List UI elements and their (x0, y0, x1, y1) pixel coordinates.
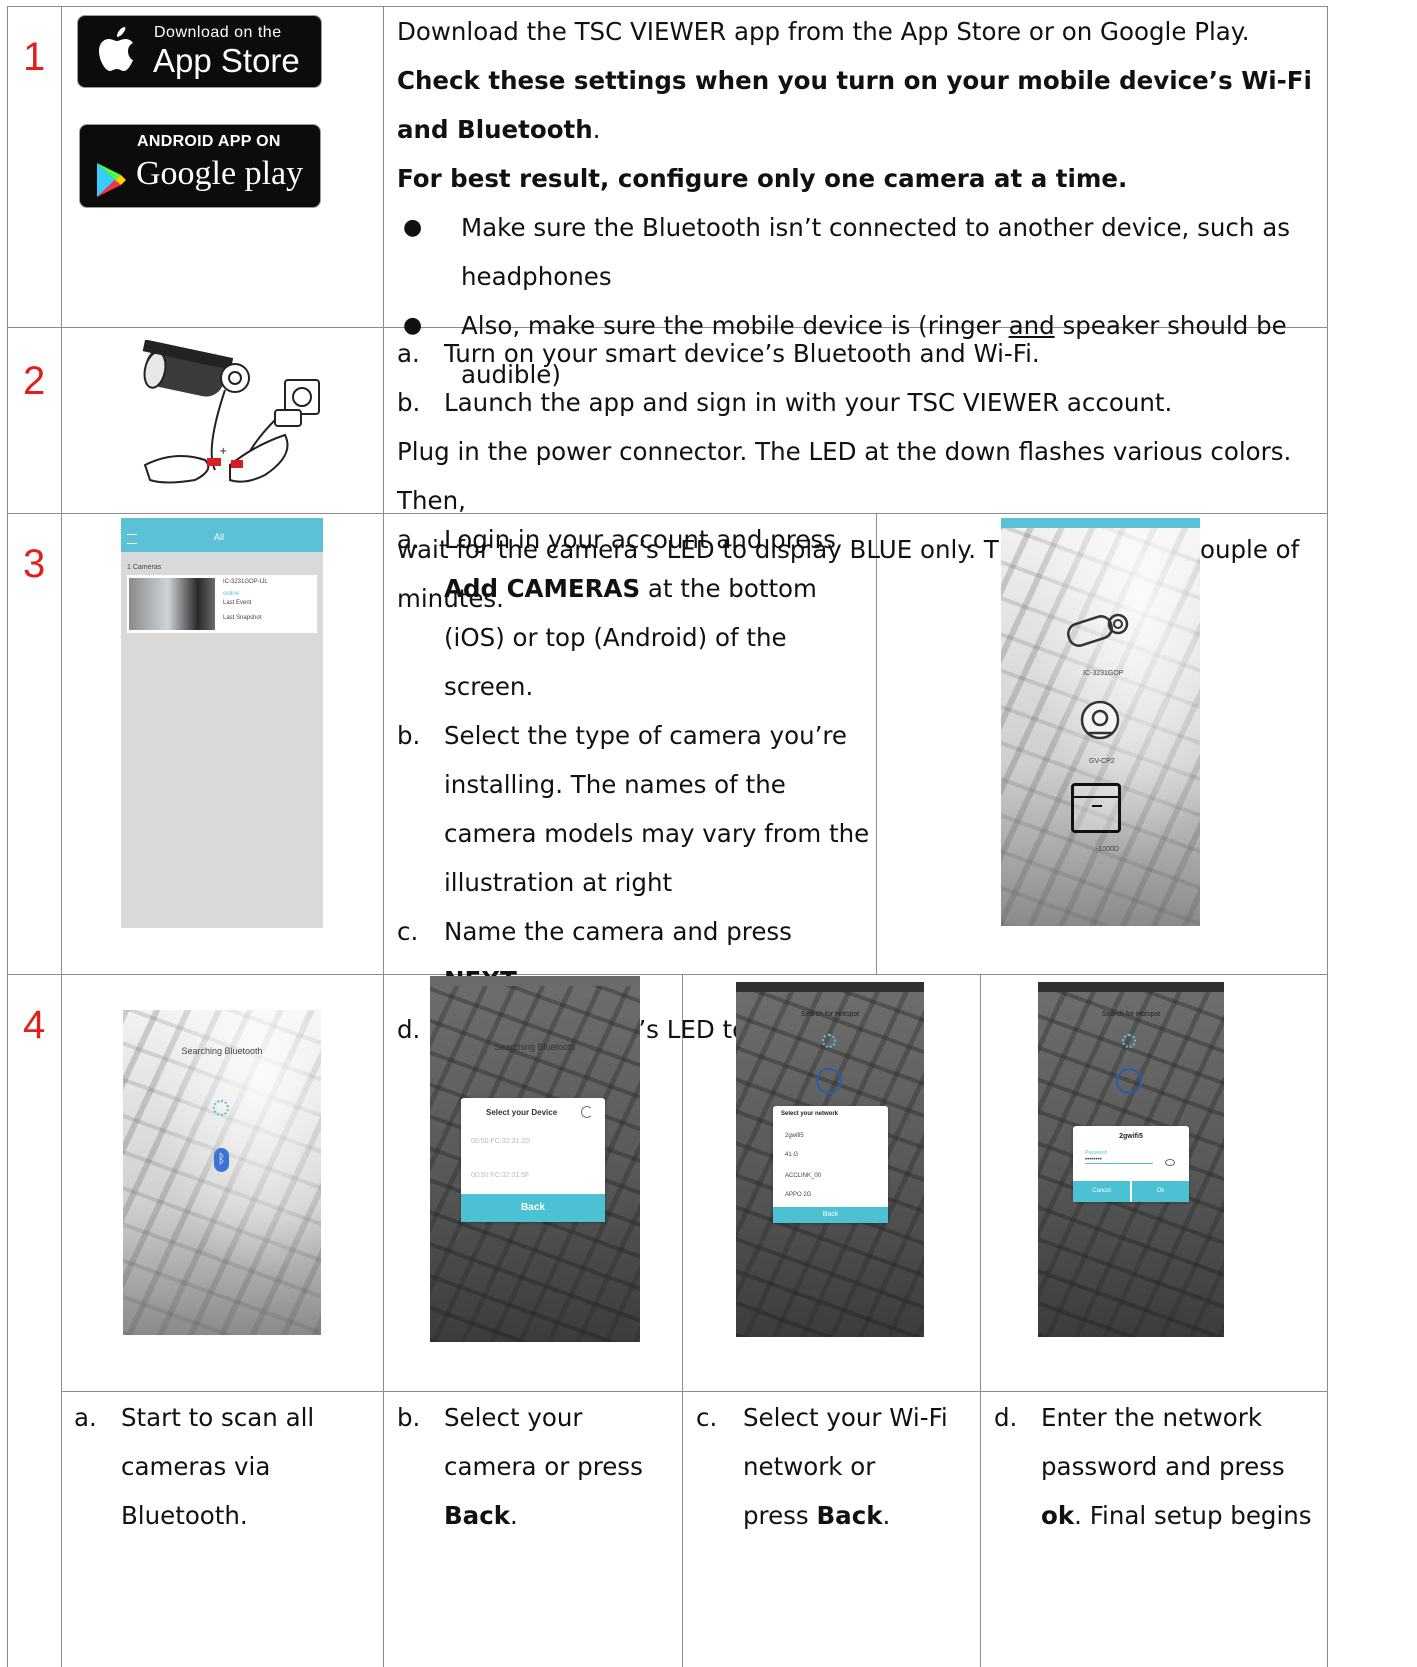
status-bar (1001, 518, 1200, 528)
globe-icon (1116, 1068, 1142, 1094)
loading-spinner-icon (822, 1034, 836, 1048)
step4-caption-b: b. Select your camera or press Back. (397, 1403, 643, 1530)
phone-screenshot-searching-bluetooth: Searching Bluetooth ᛒ (123, 1010, 321, 1335)
app-store-badge-large-text: App Store (153, 42, 300, 79)
camera-name: IC-3231GOP-IJL (223, 579, 268, 585)
row4-divider-b (980, 974, 981, 1667)
network-item[interactable]: APPO 2G (785, 1192, 811, 1198)
phone-screenshot-model-select: IC-3231GOP GV-CP2 -1000D (1001, 518, 1200, 926)
refresh-icon[interactable] (581, 1106, 593, 1118)
step2-item-a: a. Turn on your smart device’s Bluetooth… (397, 339, 1040, 368)
show-password-eye-icon[interactable] (1165, 1159, 1175, 1166)
step3-item-a: a. Login in your account and press Add C… (397, 525, 836, 701)
phone-screenshot-enter-password: Search for Hotspot 2gwifi5 Password ••••… (1038, 982, 1224, 1337)
searching-title: Searching Bluetooth (181, 1046, 263, 1056)
status-bar (430, 976, 640, 986)
phone-screenshot-select-device: Searching Bluetooth Select your Device 0… (430, 976, 640, 1342)
apple-logo-icon (99, 27, 133, 71)
step1-settings-heading: Check these settings when you turn on yo… (397, 66, 1312, 144)
app-store-badge-small-text: Download on the (154, 24, 282, 41)
network-item[interactable]: 2gwifi5 (785, 1133, 804, 1139)
search-hotspot-title: Search for Hotspot (800, 1011, 860, 1018)
password-dialog: 2gwifi5 Password •••••••• Cancel Ok (1073, 1126, 1189, 1202)
select-device-dialog: Select your Device 00:50:FC:32:31:2D 00:… (461, 1098, 605, 1222)
back-button[interactable]: Back (773, 1207, 888, 1223)
filter-all-label[interactable]: All (214, 532, 224, 542)
phone-screenshot-camera-list: All 1 Cameras IC-3231GOP-IJL online Last… (121, 518, 323, 928)
step1-best-result: For best result, configure only one came… (397, 164, 1128, 193)
camera-last-snapshot: Last Snapshot (223, 615, 262, 621)
google-play-icon (97, 163, 126, 197)
search-hotspot-title: Search for Hotspot (1101, 1011, 1161, 1018)
step4-caption-d: d. Enter the network password and press … (994, 1403, 1312, 1530)
password-input[interactable]: •••••••• (1085, 1157, 1153, 1164)
bluetooth-icon: ᛒ (214, 1148, 229, 1172)
step-number-2: 2 (23, 359, 46, 403)
step1-download-text: Download the TSC VIEWER app from the App… (397, 17, 1250, 46)
loading-spinner-icon (213, 1100, 229, 1116)
dialog-title: Select your Device (486, 1108, 558, 1117)
device-item[interactable]: 00:50:FC:32:31:2D (471, 1138, 530, 1145)
status-bar (736, 982, 924, 992)
table-border-right (1327, 6, 1328, 1667)
step2-item-b: b. Launch the app and sign in with your … (397, 388, 1173, 417)
phone-screenshot-select-network: Search for Hotspot Select your network 2… (736, 982, 924, 1337)
camera-last-event: Last Event (223, 600, 252, 606)
bullet-icon: ● (403, 215, 423, 240)
cancel-button[interactable]: Cancel (1073, 1181, 1130, 1202)
column-divider-image (383, 6, 384, 1667)
select-network-dialog: Select your network 2gwifi5 41 G ACCLINK… (773, 1106, 888, 1223)
menu-icon[interactable] (127, 534, 137, 544)
back-button[interactable]: Back (461, 1194, 605, 1222)
svg-text:+: + (219, 446, 227, 457)
cameras-count-label: 1 Cameras (127, 564, 162, 571)
searching-title: Searching Bluetooth (494, 1042, 576, 1052)
model-2-label: GV-CP2 (1089, 758, 1115, 765)
camera-thumbnail (129, 578, 215, 630)
step4-caption-a: a. Start to scan all cameras via Bluetoo… (74, 1403, 315, 1530)
app-store-badge[interactable]: Download on the App Store (77, 15, 322, 88)
ok-button[interactable]: Ok (1132, 1181, 1189, 1202)
network-item[interactable]: ACCLINK_00 (785, 1173, 821, 1179)
step-number-1: 1 (23, 35, 46, 79)
step4-caption-c: c. Select your Wi-Fi network or press Ba… (696, 1403, 948, 1530)
device-item[interactable]: 00:50:FC:32:31:5F (471, 1172, 529, 1179)
password-label: Password (1085, 1150, 1107, 1156)
bullet-camera-icon[interactable] (1063, 606, 1133, 656)
dialog-title: Select your network (781, 1111, 839, 1117)
globe-icon (816, 1068, 842, 1094)
column-divider-number (61, 6, 62, 1667)
instruction-table: 1 2 3 4 Download on the App Store ANDROI… (0, 0, 1417, 1667)
camera-power-illustration: + (142, 340, 320, 484)
step-number-4: 4 (23, 1003, 46, 1047)
google-play-badge[interactable]: ANDROID APP ON Google play (79, 124, 321, 208)
camera-card[interactable]: IC-3231GOP-IJL online Last Event Last Sn… (127, 575, 317, 633)
table-border-left (7, 6, 8, 1667)
dome-camera-icon[interactable] (1075, 693, 1125, 743)
model-1-label: IC-3231GOP (1083, 670, 1124, 677)
google-play-badge-small-text: ANDROID APP ON (137, 133, 281, 150)
network-name: 2gwifi5 (1119, 1133, 1143, 1140)
model-3-label: -1000D (1096, 846, 1119, 853)
box-camera-icon[interactable] (1071, 783, 1121, 833)
step-number-3: 3 (23, 542, 46, 586)
step2-plug-in-text: Plug in the power connector. The LED at … (397, 437, 1292, 515)
loading-spinner-icon (1122, 1034, 1136, 1048)
google-play-badge-large-text: Google play (136, 155, 304, 192)
step1-bullet-1: ● Make sure the Bluetooth isn’t connecte… (397, 203, 1321, 301)
step3-item-b: b. Select the type of camera you’re inst… (397, 721, 870, 897)
status-bar (1038, 982, 1224, 992)
network-item[interactable]: 41 G (785, 1152, 798, 1158)
row4-caption-divider (61, 1391, 1328, 1392)
camera-status: online (223, 591, 240, 597)
